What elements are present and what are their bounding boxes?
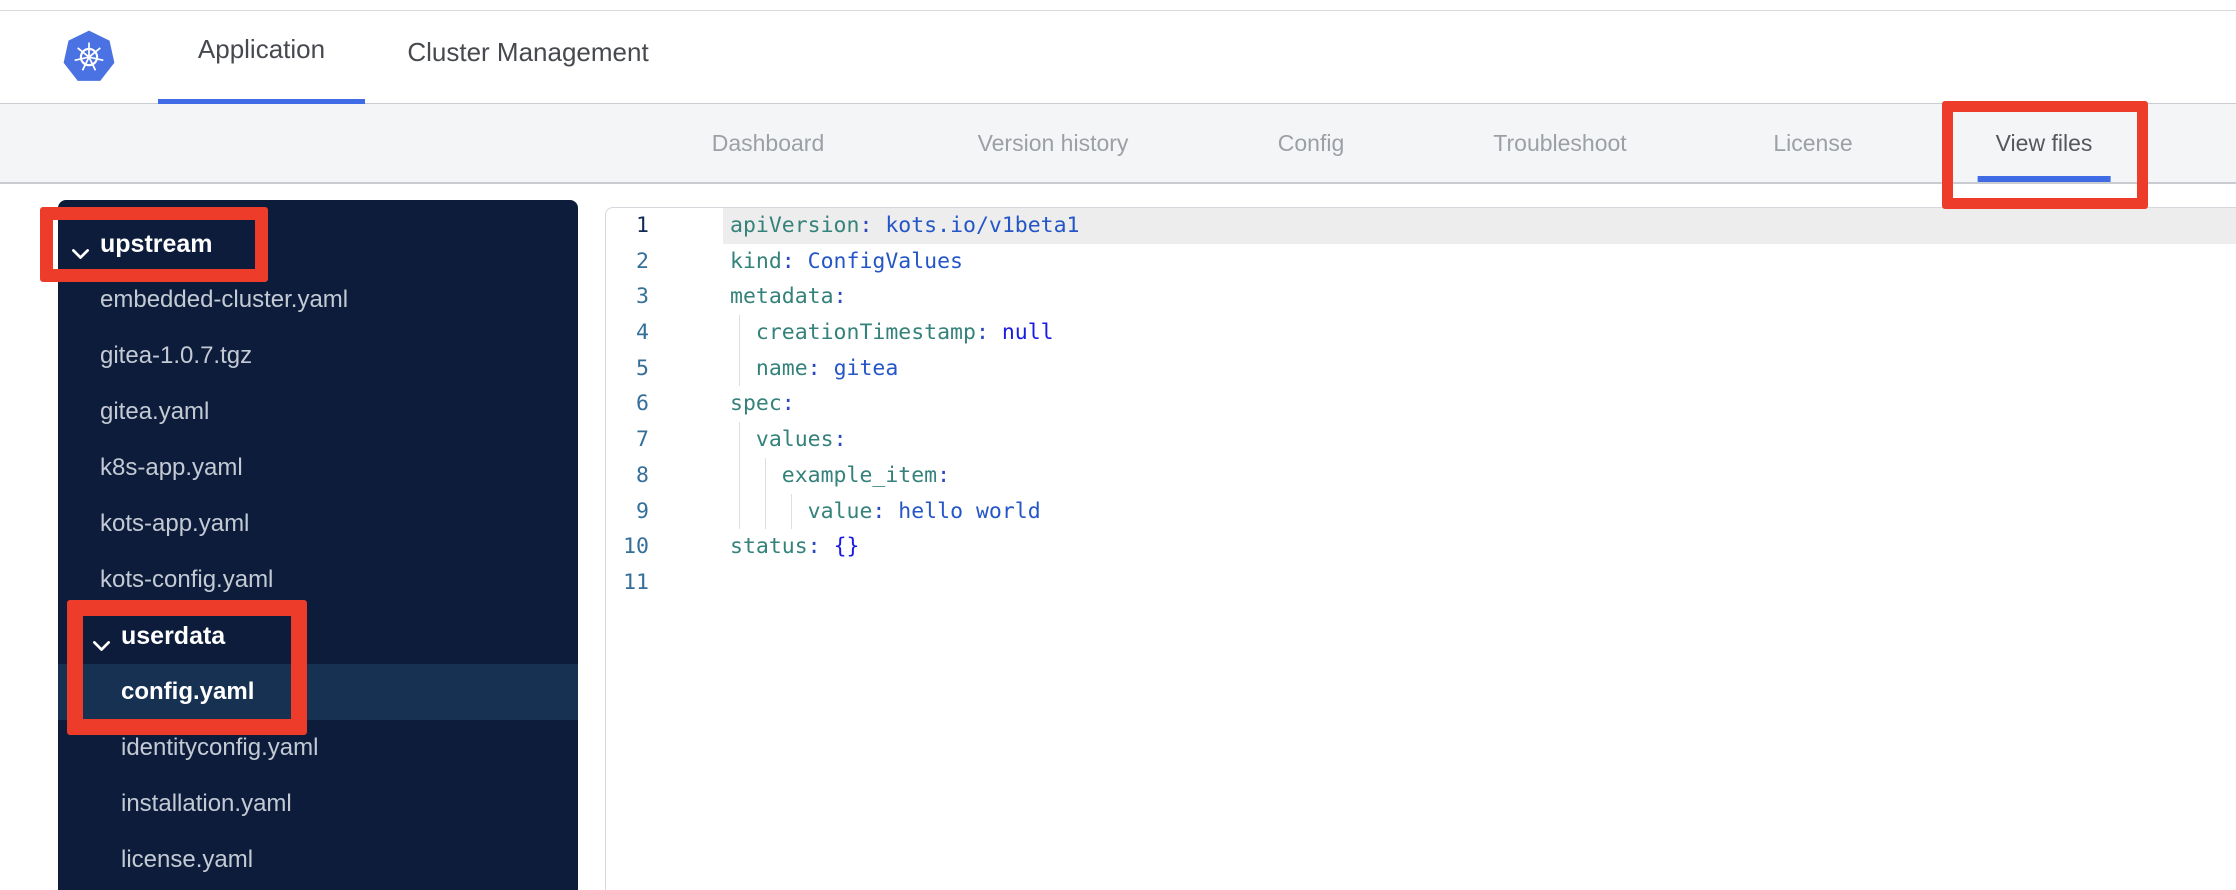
- code-line[interactable]: 11: [606, 565, 2236, 601]
- code-text: metadata:: [730, 284, 847, 310]
- file-label: config.yaml: [121, 678, 255, 705]
- line-number: 5: [636, 355, 649, 381]
- file-label: installation.yaml: [121, 790, 292, 817]
- file-tree-item-k8s-app-yaml[interactable]: k8s-app.yaml: [58, 440, 578, 496]
- file-label: kots-app.yaml: [100, 510, 250, 537]
- folder-label: upstream: [100, 229, 213, 258]
- active-tab-underline: [1977, 176, 2111, 182]
- file-tree-item-gitea-1-0-7-tgz[interactable]: gitea-1.0.7.tgz: [58, 328, 578, 384]
- line-number: 10: [623, 534, 649, 560]
- file-tree-item-embedded-cluster-yaml[interactable]: embedded-cluster.yaml: [58, 272, 578, 328]
- code-line[interactable]: 6 spec:: [606, 386, 2236, 422]
- code-line[interactable]: 1 apiVersion: kots.io/v1beta1: [606, 208, 2236, 244]
- tab-cluster-management[interactable]: Cluster Management: [368, 0, 688, 104]
- file-tree-item-kots-config-yaml[interactable]: kots-config.yaml: [58, 552, 578, 608]
- code-text: name: gitea: [755, 355, 899, 381]
- top-nav: Application Cluster Management: [0, 0, 2236, 104]
- subnav: Dashboard Version history Config Troublesho…: [0, 104, 2236, 184]
- code-line[interactable]: 7 values:: [606, 422, 2236, 458]
- subnav-tab-license[interactable]: License: [1755, 104, 1870, 182]
- subnav-tab-view-files[interactable]: View files: [1977, 104, 2111, 182]
- chevron-down-icon: [92, 630, 111, 651]
- code-text: spec:: [730, 391, 795, 417]
- line-number: 1: [636, 213, 649, 238]
- code-line[interactable]: 8 example_item:: [606, 457, 2236, 494]
- code-line[interactable]: 2 kind: ConfigValues: [606, 244, 2236, 280]
- file-tree-item-kots-app-yaml[interactable]: kots-app.yaml: [58, 496, 578, 552]
- code-text: values:: [755, 427, 847, 453]
- line-number: 9: [636, 498, 649, 524]
- file-label: kots-config.yaml: [100, 566, 274, 593]
- chevron-down-icon: [71, 238, 90, 259]
- file-label: identityconfig.yaml: [121, 734, 319, 761]
- code-text: status: {}: [730, 534, 860, 560]
- tab-application[interactable]: Application: [158, 0, 365, 104]
- code-line[interactable]: 5 name: gitea: [606, 350, 2236, 387]
- file-tree-item-userdata[interactable]: userdata: [58, 608, 578, 664]
- code-line[interactable]: 9 value: hello world: [606, 493, 2236, 530]
- code-text: example_item:: [781, 462, 951, 488]
- top-hairline: [0, 10, 2236, 11]
- line-number: 6: [636, 391, 649, 417]
- code-text: creationTimestamp: null: [755, 320, 1054, 346]
- code-line[interactable]: 4 creationTimestamp: null: [606, 315, 2236, 351]
- line-number: 11: [623, 569, 649, 595]
- file-label: k8s-app.yaml: [100, 454, 243, 481]
- yaml-editor[interactable]: 1 apiVersion: kots.io/v1beta1 2 kind: Confi…: [605, 207, 2236, 890]
- code-text: kind: ConfigValues: [730, 248, 964, 274]
- line-number: 4: [636, 320, 649, 346]
- line-number: 8: [636, 462, 649, 488]
- code-line[interactable]: 10 status: {}: [606, 529, 2236, 565]
- kubernetes-logo-icon: [62, 27, 116, 85]
- subnav-tab-dashboard[interactable]: Dashboard: [694, 104, 843, 182]
- file-label: gitea-1.0.7.tgz: [100, 342, 253, 369]
- line-number: 3: [636, 284, 649, 310]
- file-tree-item-identityconfig-yaml[interactable]: identityconfig.yaml: [58, 720, 578, 776]
- file-label: gitea.yaml: [100, 398, 210, 425]
- folder-label: userdata: [121, 621, 226, 650]
- file-label: embedded-cluster.yaml: [100, 286, 349, 313]
- subnav-tab-config[interactable]: Config: [1260, 104, 1362, 182]
- code-text: apiVersion: kots.io/v1beta1: [730, 213, 1080, 238]
- file-tree-item-gitea-yaml[interactable]: gitea.yaml: [58, 384, 578, 440]
- file-tree-item-installation-yaml[interactable]: installation.yaml: [58, 776, 578, 832]
- file-tree-sidebar: upstream embedded-cluster.yaml gitea-1.0.7…: [58, 200, 578, 890]
- kots-admin-console: Application Cluster Management Dashboard…: [0, 0, 2236, 890]
- file-tree-item-license-yaml[interactable]: license.yaml: [58, 832, 578, 888]
- file-tree-item-config-yaml[interactable]: config.yaml: [58, 664, 578, 720]
- subnav-tab-version-history[interactable]: Version history: [960, 104, 1147, 182]
- file-tree-item-upstream[interactable]: upstream: [58, 216, 578, 272]
- file-label: license.yaml: [121, 846, 254, 873]
- line-number: 2: [636, 248, 649, 274]
- subnav-tab-troubleshoot[interactable]: Troubleshoot: [1475, 104, 1644, 182]
- code-text: value: hello world: [807, 498, 1041, 524]
- line-number: 7: [636, 427, 649, 453]
- code-line[interactable]: 3 metadata:: [606, 279, 2236, 315]
